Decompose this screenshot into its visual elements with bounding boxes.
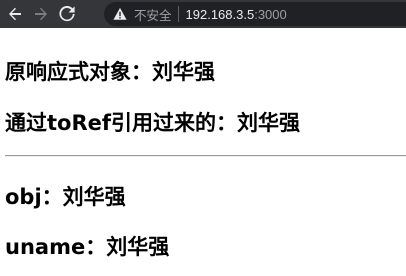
arrow-left-icon — [9, 7, 21, 21]
toref-text: 通过toRef引用过来的：刘华强 — [5, 111, 301, 135]
url-port[interactable]: :3000 — [254, 7, 287, 22]
obj-text: obj：刘华强 — [5, 185, 126, 209]
address-bar[interactable]: 不安全 192.168.3.5 :3000 — [104, 2, 406, 26]
forward-button[interactable] — [30, 3, 52, 25]
arrow-right-icon — [35, 7, 47, 21]
reactive-object-text: 原响应式对象：刘华强 — [5, 60, 215, 84]
uname-text: uname：刘华强 — [5, 235, 170, 259]
page-content: 原响应式对象：刘华强 通过toRef引用过来的：刘华强 obj：刘华强 unam… — [0, 28, 406, 276]
warning-triangle-icon[interactable] — [112, 6, 128, 22]
horizontal-rule — [5, 155, 406, 157]
url-host[interactable]: 192.168.3.5 — [186, 7, 255, 22]
omnibox-separator — [177, 6, 179, 22]
back-button[interactable] — [4, 3, 26, 25]
reload-button[interactable] — [56, 3, 78, 25]
browser-toolbar: 不安全 192.168.3.5 :3000 — [0, 0, 406, 28]
reload-icon — [59, 6, 75, 22]
security-status-label[interactable]: 不安全 — [134, 5, 172, 24]
